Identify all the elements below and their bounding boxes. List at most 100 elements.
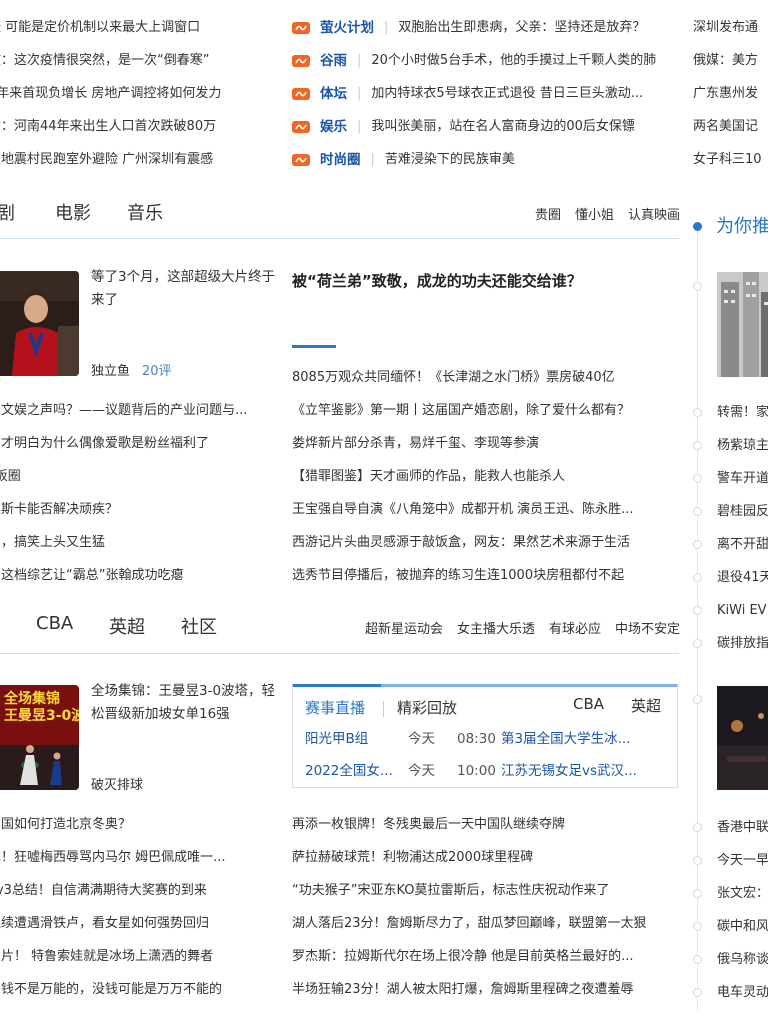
recommend-item[interactable]: 今天一早: [717, 845, 768, 877]
recommend-item[interactable]: 转需！家: [717, 397, 768, 429]
list-item[interactable]: 的文娱之声吗？——议题背后的产业问题与...: [0, 395, 280, 427]
list-item[interactable]: ，这档综艺让“霸总”张翰成功吃瘪: [0, 560, 280, 592]
match-row[interactable]: 2022全国女... 今天 10:00 江苏无锡女足vs武汉...: [305, 755, 671, 787]
channel-news-item[interactable]: 时尚圈 | 苦难浸染下的民族审美: [292, 144, 680, 176]
nav-tab-cba[interactable]: CBA: [36, 613, 73, 634]
match-league[interactable]: 2022全国女...: [305, 755, 397, 787]
tag-supernova[interactable]: 超新星运动会: [365, 618, 443, 637]
channel-news-item[interactable]: 萤火计划 | 双胞胎出生即患病，父亲：坚持还是放弃？: [292, 12, 680, 44]
channel-news-item[interactable]: 谷雨 | 20个小时做5台手术，他的手摸过上千颗人类的肺: [292, 45, 680, 77]
feature-title[interactable]: 等了3个月，这部超级大片终于来了: [91, 266, 276, 312]
list-item[interactable]: 萨拉赫破球荒！利物浦达成2000球里程碑: [292, 842, 678, 874]
recommend-item[interactable]: KiWi EV: [717, 595, 768, 627]
channel-news-title[interactable]: 20个小时做5台手术，他的手摸过上千颗人类的肺: [371, 45, 656, 77]
list-item[interactable]: 娄烨新片部分杀青，易烊千玺、李现等参演: [292, 428, 678, 460]
recommend-item[interactable]: 离不开甜: [717, 529, 768, 561]
list-item[interactable]: ，才明白为什么偶像爱歌是粉丝福利了: [0, 428, 280, 460]
tab-highlights[interactable]: 精彩回放: [397, 697, 457, 718]
channel-news-title[interactable]: 双胞胎出生即患病，父亲：坚持还是放弃？: [398, 12, 645, 44]
tag-guiquan[interactable]: 贵圈: [535, 204, 561, 223]
channel-news-item[interactable]: 娱乐 | 我叫张美丽，站在名人富商身边的00后女保镖: [292, 111, 680, 143]
feature-source[interactable]: 独立鱼: [91, 364, 130, 379]
feature-source[interactable]: 破灭排球: [91, 778, 143, 793]
list-item[interactable]: 湖人落后23分！詹姆斯尽力了，甜瓜梦回巅峰，联盟第一太狠: [292, 908, 678, 940]
tab-score-epl[interactable]: 英超: [631, 695, 661, 716]
list-item[interactable]: 西游记片头曲灵感源于敲饭盒，网友：果然艺术来源于生活: [292, 527, 678, 559]
match-title[interactable]: 江苏无锡女足vs武汉...: [501, 755, 661, 787]
feature-title[interactable]: 全场集锦：王曼昱3-0波塔，轻松晋级新加坡女单16强: [91, 680, 276, 726]
news-item-left[interactable]: 文：这次疫情很突然，是一次“倒春寒”: [0, 45, 285, 77]
list-item[interactable]: 《立竿鉴影》第一期丨这届国产婚恋剧，除了爱什么都有？: [292, 395, 678, 427]
feature-thumbnail[interactable]: [0, 271, 79, 376]
channel-news-item[interactable]: 体坛 | 加内特球衣5号球衣正式退役 昔日三巨头激动...: [292, 78, 680, 110]
tab-live-events[interactable]: 赛事直播: [305, 697, 365, 718]
list-item[interactable]: 罗杰斯：拉姆斯代尔在场上很冷静 他是目前英格兰最好的...: [292, 941, 678, 973]
list-item[interactable]: 剧，搞笑上头又生猛: [0, 527, 280, 559]
recommend-item[interactable]: 香港中联: [717, 812, 768, 844]
nav-tab-drama[interactable]: 剧: [0, 199, 15, 225]
channel-name[interactable]: 体坛: [320, 78, 347, 110]
channel-name[interactable]: 娱乐: [320, 111, 347, 143]
nav-tab-premier-league[interactable]: 英超: [109, 613, 145, 639]
nav-tab-movie[interactable]: 电影: [55, 199, 91, 225]
list-item[interactable]: ”饭圈: [0, 461, 280, 493]
channel-name[interactable]: 谷雨: [320, 45, 347, 77]
feature-thumbnail[interactable]: 全场集锦 王曼昱3-0波塔: [0, 685, 79, 790]
comment-count[interactable]: 20评: [142, 364, 172, 379]
recommend-thumbnail[interactable]: [717, 686, 768, 790]
active-tab-indicator: [293, 684, 381, 687]
list-item[interactable]: 奥斯卡能否解决顽疾？: [0, 494, 280, 526]
recommend-item[interactable]: 碧桂园反: [717, 496, 768, 528]
news-item-right[interactable]: 女子科三10: [693, 144, 768, 176]
recommend-item[interactable]: 电车灵动: [717, 977, 768, 1009]
channel-name[interactable]: 萤火计划: [320, 12, 374, 44]
list-item[interactable]: 再添一枚银牌！冬残奥最后一天中国队继续夺牌: [292, 809, 678, 841]
channel-name[interactable]: 时尚圈: [320, 144, 361, 176]
list-item[interactable]: 8085万观众共同缅怀！《长津湖之水门桥》票房破40亿: [292, 362, 678, 394]
tag-ball-response[interactable]: 有球必应: [549, 618, 601, 637]
channel-news-title[interactable]: 苦难浸染下的民族审美: [385, 144, 515, 176]
nav-tab-music[interactable]: 音乐: [127, 199, 163, 225]
list-item[interactable]: 选秀节目停播后，被抛弃的练习生连1000块房租都付不起: [292, 560, 678, 592]
match-row[interactable]: 阳光甲B组 今天 08:30 第3届全国大学生冰...: [305, 723, 671, 755]
recommend-item[interactable]: 碳排放指: [717, 628, 768, 660]
news-item-right[interactable]: 俄媒：美方: [693, 45, 768, 77]
recommend-item[interactable]: 退役41天: [717, 562, 768, 594]
recommend-thumbnail[interactable]: [717, 272, 768, 377]
recommend-item[interactable]: 俄乌称谈: [717, 944, 768, 976]
tag-dongxiaojie[interactable]: 懂小姐: [575, 204, 614, 223]
tag-renzhen[interactable]: 认真映画: [628, 204, 680, 223]
list-item[interactable]: 【猎罪图鉴】天才画师的作品，能救人也能杀人: [292, 461, 678, 493]
news-item-left[interactable]: 炉：河南44年来出生人口首次跌破80万: [0, 111, 285, 143]
news-item-left[interactable]: 5年来首现负增长 房地产调控将如何发力: [0, 78, 285, 110]
headline-link[interactable]: 被“荷兰弟”致敬，成龙的功夫还能交给谁？: [292, 270, 582, 291]
list-item[interactable]: 半场狂输23分！湖人被太阳打爆，詹姆斯里程碑之夜遭羞辱: [292, 974, 678, 1006]
list-item[interactable]: ay3总结！自信满满期待大奖赛的到来: [0, 875, 280, 907]
tab-score-cba[interactable]: CBA: [573, 695, 604, 713]
news-item-right[interactable]: 深圳发布通: [693, 12, 768, 44]
list-item[interactable]: 王宝强自导自演《八角笼中》成都开机 演员王迅、陈永胜...: [292, 494, 678, 526]
recommend-item[interactable]: 碳中和风: [717, 911, 768, 943]
match-title[interactable]: 第3届全国大学生冰...: [501, 723, 661, 755]
list-item[interactable]: 中国如何打造北京冬奥？: [0, 809, 280, 841]
list-item[interactable]: 连续遭遇滑铁卢，看女星如何强势回归: [0, 908, 280, 940]
list-item[interactable]: 名片！ 特鲁索娃就是冰场上潇洒的舞者: [0, 941, 280, 973]
channel-news-title[interactable]: 加内特球衣5号球衣正式退役 昔日三巨头激动...: [371, 78, 643, 110]
channel-news-title[interactable]: 我叫张美丽，站在名人富商身边的00后女保镖: [371, 111, 635, 143]
nav-tab-community[interactable]: 社区: [181, 613, 217, 639]
news-item-right[interactable]: 广东惠州发: [693, 78, 768, 110]
news-item-left[interactable]: 涨 可能是定价机制以来最大上调窗口: [0, 12, 285, 44]
tag-anchor-lottery[interactable]: 女主播大乐透: [457, 618, 535, 637]
match-league[interactable]: 阳光甲B组: [305, 723, 397, 755]
list-item[interactable]: “功夫猴子”宋亚东KO莫拉雷斯后，标志性庆祝动作来了: [292, 875, 678, 907]
recommend-item[interactable]: 杨紫琼主: [717, 430, 768, 462]
feature-meta: 破灭排球: [91, 774, 143, 793]
nav-tab-clipped[interactable]: [0, 612, 4, 633]
news-item-right[interactable]: 两名美国记: [693, 111, 768, 143]
recommend-item[interactable]: 警车开道: [717, 463, 768, 495]
tag-midfield[interactable]: 中场不安定: [615, 618, 680, 637]
news-item-left[interactable]: 级地震村民跑室外避险 广州深圳有震感: [0, 144, 285, 176]
recommend-item[interactable]: 张文宏：: [717, 878, 768, 910]
list-item[interactable]: 戈！狂嘘梅西辱骂内马尔 姆巴佩成唯一...: [0, 842, 280, 874]
list-item[interactable]: ：钱不是万能的，没钱可能是万万不能的: [0, 974, 280, 1006]
